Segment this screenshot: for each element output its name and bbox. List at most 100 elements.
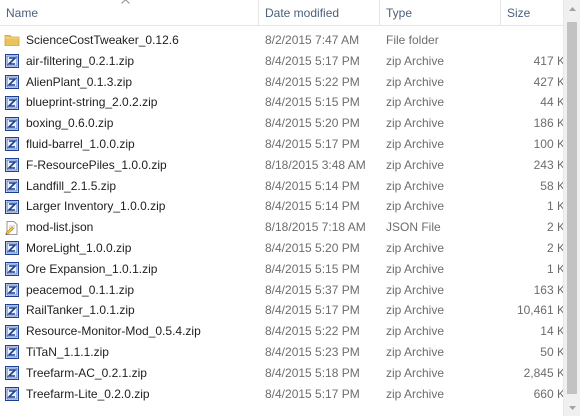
zip-file-icon — [4, 116, 20, 132]
file-name: mod-list.json — [26, 220, 94, 235]
file-name: Treefarm-Lite_0.2.0.zip — [26, 386, 150, 401]
file-type: zip Archive — [386, 282, 445, 297]
file-row[interactable]: air-filtering_0.2.1.zip 8/4/2015 5:17 PM z… — [0, 51, 580, 72]
file-date-modified: 8/18/2015 7:18 AM — [265, 220, 366, 235]
file-row[interactable]: peacemod_0.1.1.zip 8/4/2015 5:37 PM zip Ar… — [0, 280, 580, 301]
zip-file-icon — [4, 136, 20, 152]
zip-file-icon — [4, 95, 20, 111]
file-type: zip Archive — [386, 74, 445, 89]
file-name: Landfill_2.1.5.zip — [26, 178, 117, 193]
scroll-up-arrow-icon[interactable] — [564, 0, 580, 17]
scroll-down-arrow-icon[interactable] — [564, 399, 580, 416]
file-explorer-view: Name Date modified Type Size ScienceCost… — [0, 0, 580, 416]
zip-file-icon — [4, 303, 20, 319]
file-row[interactable]: ScienceCostTweaker_0.12.6 8/2/2015 7:47 A… — [0, 30, 580, 51]
file-name-cell[interactable]: Treefarm-AC_0.2.1.zip — [0, 363, 259, 384]
file-row[interactable]: Resource-Monitor-Mod_0.5.4.zip 8/4/2015 5… — [0, 321, 580, 342]
file-row[interactable]: TiTaN_1.1.1.zip 8/4/2015 5:23 PM zip Archi… — [0, 342, 580, 363]
file-row[interactable]: boxing_0.6.0.zip 8/4/2015 5:20 PM zip Arch… — [0, 113, 580, 134]
zip-file-icon — [4, 53, 20, 69]
file-date-modified: 8/4/2015 5:15 PM — [265, 261, 360, 276]
file-name: MoreLight_1.0.0.zip — [26, 240, 132, 255]
file-name: Treefarm-AC_0.2.1.zip — [26, 365, 147, 380]
file-row[interactable]: RailTanker_1.0.1.zip 8/4/2015 5:17 PM zip … — [0, 300, 580, 321]
file-name-cell[interactable]: blueprint-string_2.0.2.zip — [0, 92, 259, 113]
file-date-modified: 8/4/2015 5:17 PM — [265, 53, 360, 68]
column-header-type[interactable]: Type — [380, 0, 501, 26]
file-name-cell[interactable]: Treefarm-Lite_0.2.0.zip — [0, 384, 259, 405]
file-name: peacemod_0.1.1.zip — [26, 282, 135, 297]
column-header-type-label: Type — [386, 6, 413, 20]
file-name-cell[interactable]: Ore Expansion_1.0.1.zip — [0, 259, 259, 280]
file-date-modified: 8/4/2015 5:37 PM — [265, 282, 360, 297]
file-row[interactable]: Larger Inventory_1.0.0.zip 8/4/2015 5:14 … — [0, 196, 580, 217]
file-name: RailTanker_1.0.1.zip — [26, 303, 135, 318]
file-name-cell[interactable]: TiTaN_1.1.1.zip — [0, 342, 259, 363]
file-row[interactable]: mod-list.json 8/18/2015 7:18 AM JSON File 2… — [0, 217, 580, 238]
file-date-modified: 8/4/2015 5:22 PM — [265, 324, 360, 339]
file-date-modified: 8/4/2015 5:22 PM — [265, 74, 360, 89]
column-header-name[interactable]: Name — [0, 0, 259, 26]
file-name-cell[interactable]: Larger Inventory_1.0.0.zip — [0, 196, 259, 217]
vertical-scrollbar[interactable] — [563, 0, 580, 416]
file-name-cell[interactable]: peacemod_0.1.1.zip — [0, 280, 259, 301]
file-name: blueprint-string_2.0.2.zip — [26, 95, 158, 110]
file-type: zip Archive — [386, 365, 445, 380]
file-type: zip Archive — [386, 324, 445, 339]
json-file-icon — [4, 220, 20, 236]
file-name: ScienceCostTweaker_0.12.6 — [26, 33, 179, 47]
zip-file-icon — [4, 386, 20, 402]
file-date-modified: 8/18/2015 3:48 AM — [265, 157, 366, 172]
zip-file-icon — [4, 344, 20, 360]
column-header-date-modified[interactable]: Date modified — [259, 0, 380, 26]
file-row[interactable]: Treefarm-Lite_0.2.0.zip 8/4/2015 5:17 PM z… — [0, 384, 580, 405]
folder-icon — [4, 32, 20, 48]
file-type: JSON File — [386, 220, 441, 235]
zip-file-icon — [4, 74, 20, 90]
column-header-size-label: Size — [507, 6, 531, 20]
file-name-cell[interactable]: ScienceCostTweaker_0.12.6 — [0, 30, 259, 51]
file-row[interactable]: AlienPlant_0.1.3.zip 8/4/2015 5:22 PM zip … — [0, 72, 580, 93]
file-name-cell[interactable]: air-filtering_0.2.1.zip — [0, 51, 259, 72]
file-name-cell[interactable]: F-ResourcePiles_1.0.0.zip — [0, 155, 259, 176]
column-header-date-label: Date modified — [265, 6, 340, 20]
file-row[interactable]: F-ResourcePiles_1.0.0.zip 8/18/2015 3:48 … — [0, 155, 580, 176]
file-date-modified: 8/4/2015 5:23 PM — [265, 344, 360, 359]
file-date-modified: 8/4/2015 5:14 PM — [265, 199, 360, 214]
zip-file-icon — [4, 282, 20, 298]
file-date-modified: 8/4/2015 5:17 PM — [265, 303, 360, 318]
file-name: air-filtering_0.2.1.zip — [26, 53, 135, 68]
file-name-cell[interactable]: Landfill_2.1.5.zip — [0, 176, 259, 197]
file-type: zip Archive — [386, 116, 445, 131]
file-type: zip Archive — [386, 344, 445, 359]
file-name: Resource-Monitor-Mod_0.5.4.zip — [26, 324, 201, 339]
file-type: zip Archive — [386, 199, 445, 214]
file-row[interactable]: blueprint-string_2.0.2.zip 8/4/2015 5:15 … — [0, 92, 580, 113]
column-header-bar: Name Date modified Type Size — [0, 0, 580, 26]
file-name-cell[interactable]: mod-list.json — [0, 217, 259, 238]
file-name-cell[interactable]: AlienPlant_0.1.3.zip — [0, 72, 259, 93]
file-name: F-ResourcePiles_1.0.0.zip — [26, 157, 167, 172]
zip-file-icon — [4, 261, 20, 277]
file-name-cell[interactable]: Resource-Monitor-Mod_0.5.4.zip — [0, 321, 259, 342]
file-date-modified: 8/4/2015 5:14 PM — [265, 178, 360, 193]
file-name-cell[interactable]: boxing_0.6.0.zip — [0, 113, 259, 134]
file-type: File folder — [386, 33, 439, 47]
file-row[interactable]: fluid-barrel_1.0.0.zip 8/4/2015 5:17 PM zi… — [0, 134, 580, 155]
scrollbar-thumb[interactable] — [567, 22, 577, 394]
file-type: zip Archive — [386, 136, 445, 151]
file-type: zip Archive — [386, 240, 445, 255]
file-row[interactable]: MoreLight_1.0.0.zip 8/4/2015 5:20 PM zip A… — [0, 238, 580, 259]
file-name-cell[interactable]: MoreLight_1.0.0.zip — [0, 238, 259, 259]
file-name: TiTaN_1.1.1.zip — [26, 344, 109, 359]
file-row[interactable]: Treefarm-AC_0.2.1.zip 8/4/2015 5:18 PM zip… — [0, 363, 580, 384]
file-name-cell[interactable]: fluid-barrel_1.0.0.zip — [0, 134, 259, 155]
file-type: zip Archive — [386, 303, 445, 318]
file-type: zip Archive — [386, 261, 445, 276]
file-row[interactable]: Landfill_2.1.5.zip 8/4/2015 5:14 PM zip Ar… — [0, 176, 580, 197]
file-name: AlienPlant_0.1.3.zip — [26, 74, 133, 89]
zip-file-icon — [4, 199, 20, 215]
file-name-cell[interactable]: RailTanker_1.0.1.zip — [0, 300, 259, 321]
file-row[interactable]: Ore Expansion_1.0.1.zip 8/4/2015 5:15 PM z… — [0, 259, 580, 280]
column-header-name-label: Name — [6, 6, 39, 20]
